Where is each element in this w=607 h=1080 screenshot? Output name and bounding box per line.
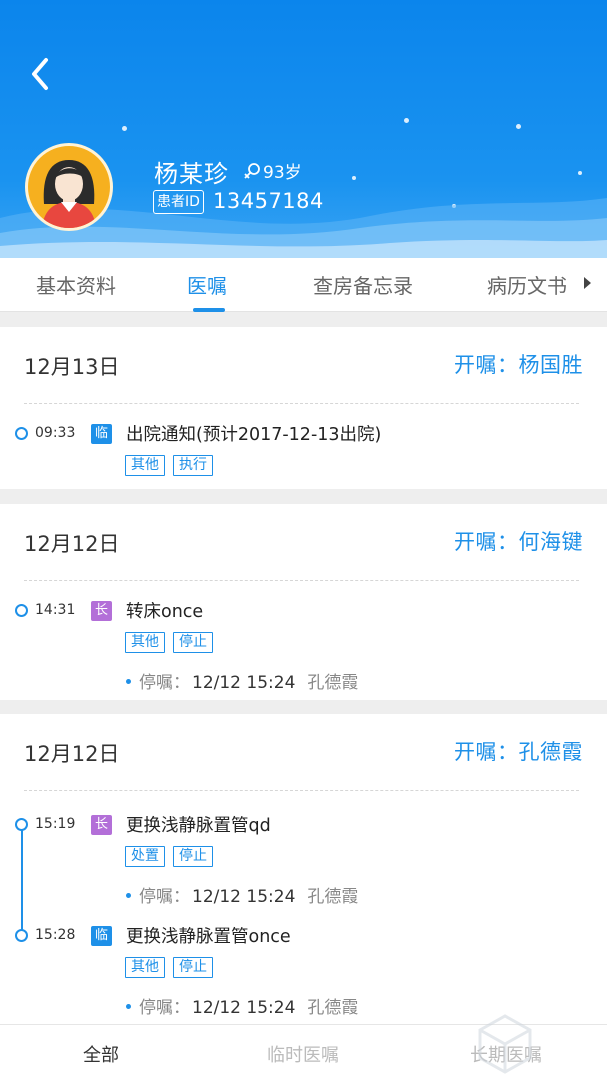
decor-star bbox=[122, 126, 127, 131]
patient-age: 93岁 bbox=[243, 158, 302, 183]
tab-basic-info[interactable]: 基本资料 bbox=[36, 270, 116, 299]
tabs-more-arrow-icon[interactable] bbox=[584, 277, 591, 289]
timeline-dot bbox=[15, 427, 28, 440]
order-group: 12月12日 开嘱：何海键 14:31 长 转床once 其他 停止 停嘱： 12… bbox=[0, 504, 607, 700]
avatar-icon bbox=[42, 160, 96, 228]
order-title: 出院通知(预计2017-12-13出院) bbox=[126, 425, 382, 445]
order-tag[interactable]: 停止 bbox=[173, 632, 213, 653]
section-tabs: 基本资料 医嘱 查房备忘录 病历文书 bbox=[0, 258, 607, 312]
bullet-dot bbox=[126, 1003, 131, 1009]
order-time: 09:33 bbox=[35, 425, 76, 441]
stop-info: 停嘱： 12/12 15:24 孔德霞 bbox=[126, 993, 358, 1018]
order-type-badge: 长 bbox=[91, 815, 112, 835]
order-group: 12月13日 开嘱：杨国胜 09:33 临 出院通知(预计2017-12-13出… bbox=[0, 327, 607, 489]
stop-time: 12/12 15:24 bbox=[192, 887, 296, 907]
stopped-by: 孔德霞 bbox=[307, 998, 359, 1018]
order-time: 15:28 bbox=[35, 927, 76, 943]
patient-header: 杨某珍 93岁 患者ID 13457184 bbox=[0, 0, 607, 258]
active-tab-indicator bbox=[193, 308, 225, 312]
order-tag[interactable]: 其他 bbox=[125, 957, 165, 978]
patient-name: 杨某珍 bbox=[154, 160, 229, 188]
decor-star bbox=[578, 171, 582, 175]
back-arrow-icon bbox=[32, 58, 48, 90]
order-title: 更换浅静脉置管once bbox=[126, 927, 291, 947]
order-tag[interactable]: 其他 bbox=[125, 632, 165, 653]
stopped-by: 孔德霞 bbox=[307, 673, 359, 693]
stop-info: 停嘱： 12/12 15:24 孔德霞 bbox=[126, 882, 358, 907]
filter-temporary-orders[interactable]: 临时医嘱 bbox=[267, 1041, 339, 1067]
stop-label: 停嘱： bbox=[139, 887, 190, 907]
stop-label: 停嘱： bbox=[139, 673, 190, 693]
timeline-line bbox=[21, 822, 23, 933]
timeline-dot bbox=[15, 604, 28, 617]
order-title: 转床once bbox=[126, 602, 204, 622]
order-tags: 其他 停止 bbox=[125, 957, 213, 978]
stop-time: 12/12 15:24 bbox=[192, 673, 296, 693]
divider bbox=[24, 580, 579, 581]
order-type-badge: 临 bbox=[91, 926, 112, 946]
order-title: 更换浅静脉置管qd bbox=[126, 816, 271, 836]
patient-orders-screen: 杨某珍 93岁 患者ID 13457184 基本资料 医嘱 查房备忘录 病历文书… bbox=[0, 0, 607, 1080]
back-button[interactable] bbox=[24, 54, 60, 94]
stop-info: 停嘱： 12/12 15:24 孔德霞 bbox=[126, 668, 358, 693]
patient-id: 13457184 bbox=[213, 189, 324, 213]
order-time: 15:19 bbox=[35, 816, 76, 832]
order-tags: 其他 执行 bbox=[125, 455, 213, 476]
stop-time: 12/12 15:24 bbox=[192, 998, 296, 1018]
bullet-dot bbox=[126, 678, 131, 684]
order-type-badge: 临 bbox=[91, 424, 112, 444]
filter-all[interactable]: 全部 bbox=[83, 1041, 119, 1067]
stop-label: 停嘱： bbox=[139, 998, 190, 1018]
order-tag[interactable]: 停止 bbox=[173, 846, 213, 867]
ordering-doctor: 开嘱：何海键 bbox=[454, 530, 583, 554]
group-date: 12月13日 bbox=[24, 355, 120, 379]
tab-orders[interactable]: 医嘱 bbox=[187, 270, 227, 299]
group-date: 12月12日 bbox=[24, 742, 120, 766]
order-tags: 处置 停止 bbox=[125, 846, 213, 867]
stopped-by: 孔德霞 bbox=[307, 887, 359, 907]
ordering-doctor: 开嘱：孔德霞 bbox=[454, 740, 583, 764]
group-date: 12月12日 bbox=[24, 532, 120, 556]
decor-star bbox=[404, 118, 409, 123]
order-tag[interactable]: 停止 bbox=[173, 957, 213, 978]
avatar bbox=[25, 143, 113, 231]
divider bbox=[24, 403, 579, 404]
decor-star bbox=[352, 176, 356, 180]
divider bbox=[24, 790, 579, 791]
timeline-dot bbox=[15, 929, 28, 942]
tab-medical-records[interactable]: 病历文书 bbox=[487, 270, 567, 299]
order-tag[interactable]: 处置 bbox=[125, 846, 165, 867]
timeline-dot bbox=[15, 818, 28, 831]
age-text: 93岁 bbox=[263, 163, 302, 183]
order-tag[interactable]: 其他 bbox=[125, 455, 165, 476]
order-tag[interactable]: 执行 bbox=[173, 455, 213, 476]
bullet-dot bbox=[126, 892, 131, 898]
order-time: 14:31 bbox=[35, 602, 76, 618]
patient-id-badge: 患者ID bbox=[153, 190, 204, 214]
order-tags: 其他 停止 bbox=[125, 632, 213, 653]
order-type-badge: 长 bbox=[91, 601, 112, 621]
ordering-doctor: 开嘱：杨国胜 bbox=[454, 353, 583, 377]
watermark-logo bbox=[478, 1014, 532, 1074]
female-icon bbox=[244, 162, 260, 179]
order-group: 12月12日 开嘱：孔德霞 15:19 长 更换浅静脉置管qd 处置 停止 停嘱… bbox=[0, 714, 607, 1034]
decor-star bbox=[516, 124, 521, 129]
tab-rounds-memo[interactable]: 查房备忘录 bbox=[313, 270, 413, 299]
